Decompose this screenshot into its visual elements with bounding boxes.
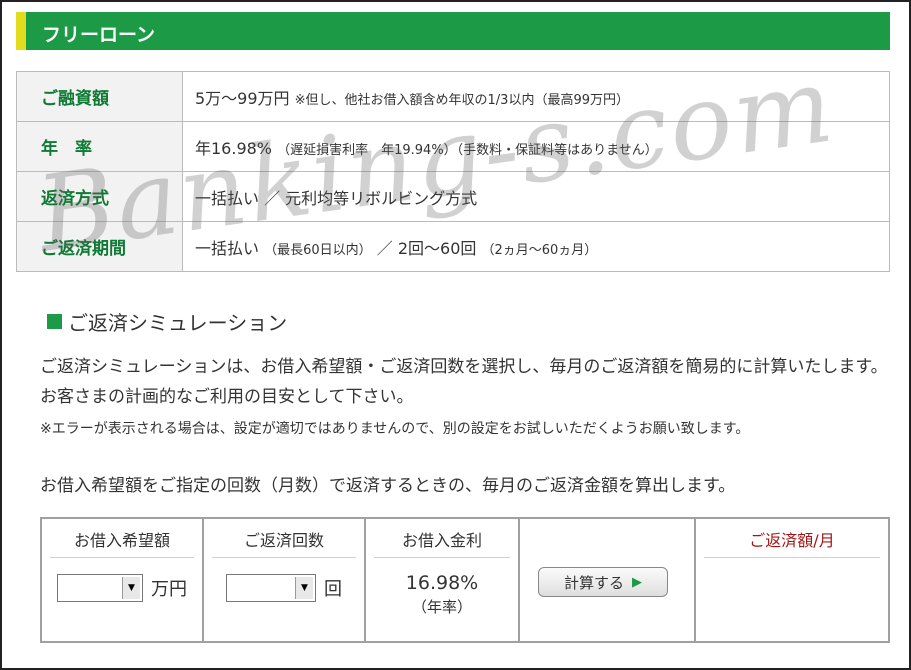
rate-value: 年16.98%: [195, 138, 273, 158]
table-row: 返済方式 一括払い ／ 元利均等リボルビング方式: [16, 171, 890, 222]
repayment-period-note: （最長60日以内）: [264, 242, 372, 258]
amount-header: お借入希望額: [50, 527, 194, 558]
calculate-label: 計算する: [563, 573, 624, 592]
result-header: ご返済額/月: [704, 527, 880, 558]
loan-amount-value: 5万～99万円: [195, 88, 290, 108]
calc-cell: 計算する ▶: [518, 517, 696, 643]
row-label: 年 率: [16, 121, 183, 172]
square-bullet-icon: [47, 314, 62, 329]
error-note: ※エラーが表示される場合は、設定が適切ではありませんので、別の設定をお試しいただ…: [40, 421, 750, 437]
rate-display: 16.98%: [405, 572, 479, 594]
chevron-down-icon[interactable]: ▼: [295, 577, 313, 599]
simulation-heading-text: ご返済シミュレーション: [68, 311, 288, 335]
row-label: 返済方式: [16, 171, 183, 222]
amount-select[interactable]: ▼: [57, 574, 143, 602]
simulation-heading: ご返済シミュレーション: [47, 307, 287, 336]
table-row: ご返済期間 一括払い （最長60日以内） ／ 2回～60回 （2ヵ月～60ヵ月）: [16, 221, 890, 272]
repayment-method-value: 一括払い ／ 元利均等リボルビング方式: [195, 188, 478, 208]
calculate-button[interactable]: 計算する ▶: [538, 567, 668, 597]
calc-description: お借入希望額をご指定の回数（月数）で返済するときの、毎月のご返済金額を算出します…: [40, 476, 736, 496]
count-header: ご返済回数: [212, 527, 356, 558]
amount-unit: 万円: [151, 579, 187, 600]
loan-info-table: ご融資額 5万～99万円 ※但し、他社お借入額含め年収の1/3以内（最高99万円…: [16, 71, 890, 272]
repayment-period-value: 一括払い: [195, 238, 260, 258]
rate-note: （遅延損害利率 年19.94%）（手数料・保証料等はありません）: [277, 142, 658, 158]
result-cell: ご返済額/月: [694, 517, 890, 643]
rate-header: お借入金利: [374, 527, 510, 558]
row-label: ご返済期間: [16, 221, 183, 272]
chevron-down-icon[interactable]: ▼: [122, 577, 140, 599]
amount-select-row: ▼ 万円: [42, 574, 202, 602]
rate-cell: お借入金利 16.98% （年率）: [364, 517, 520, 643]
loan-amount-note: ※但し、他社お借入額含め年収の1/3以内（最高99万円）: [294, 92, 629, 108]
repayment-period-value2: ／ 2回～60回: [376, 238, 477, 258]
simulation-table: お借入希望額 ▼ 万円 ご返済回数 ▼ 回 お借入金利 16.98% （年率） …: [40, 517, 890, 643]
play-icon: ▶: [632, 574, 642, 590]
table-row: ご融資額 5万～99万円 ※但し、他社お借入額含め年収の1/3以内（最高99万円…: [16, 71, 890, 122]
row-value: 年16.98% （遅延損害利率 年19.94%）（手数料・保証料等はありません）: [182, 121, 890, 172]
row-value: 一括払い ／ 元利均等リボルビング方式: [182, 171, 890, 222]
title-bar: フリーローン: [16, 12, 890, 50]
repayment-period-note2: （2ヵ月～60ヵ月）: [481, 242, 598, 258]
rate-sub: （年率）: [411, 598, 472, 616]
amount-cell: お借入希望額 ▼ 万円: [40, 517, 204, 643]
count-select[interactable]: ▼: [226, 574, 316, 602]
simulation-description: ご返済シミュレーションは、お借入希望額・ご返済回数を選択し、毎月のご返済額を簡易…: [40, 357, 888, 407]
row-value: 一括払い （最長60日以内） ／ 2回～60回 （2ヵ月～60ヵ月）: [182, 221, 890, 272]
count-select-row: ▼ 回: [204, 574, 364, 602]
page-title: フリーローン: [42, 24, 156, 46]
table-row: 年 率 年16.98% （遅延損害利率 年19.94%）（手数料・保証料等はあり…: [16, 121, 890, 172]
row-value: 5万～99万円 ※但し、他社お借入額含め年収の1/3以内（最高99万円）: [182, 71, 890, 122]
count-cell: ご返済回数 ▼ 回: [202, 517, 366, 643]
row-label: ご融資額: [16, 71, 183, 122]
count-unit: 回: [324, 579, 342, 600]
